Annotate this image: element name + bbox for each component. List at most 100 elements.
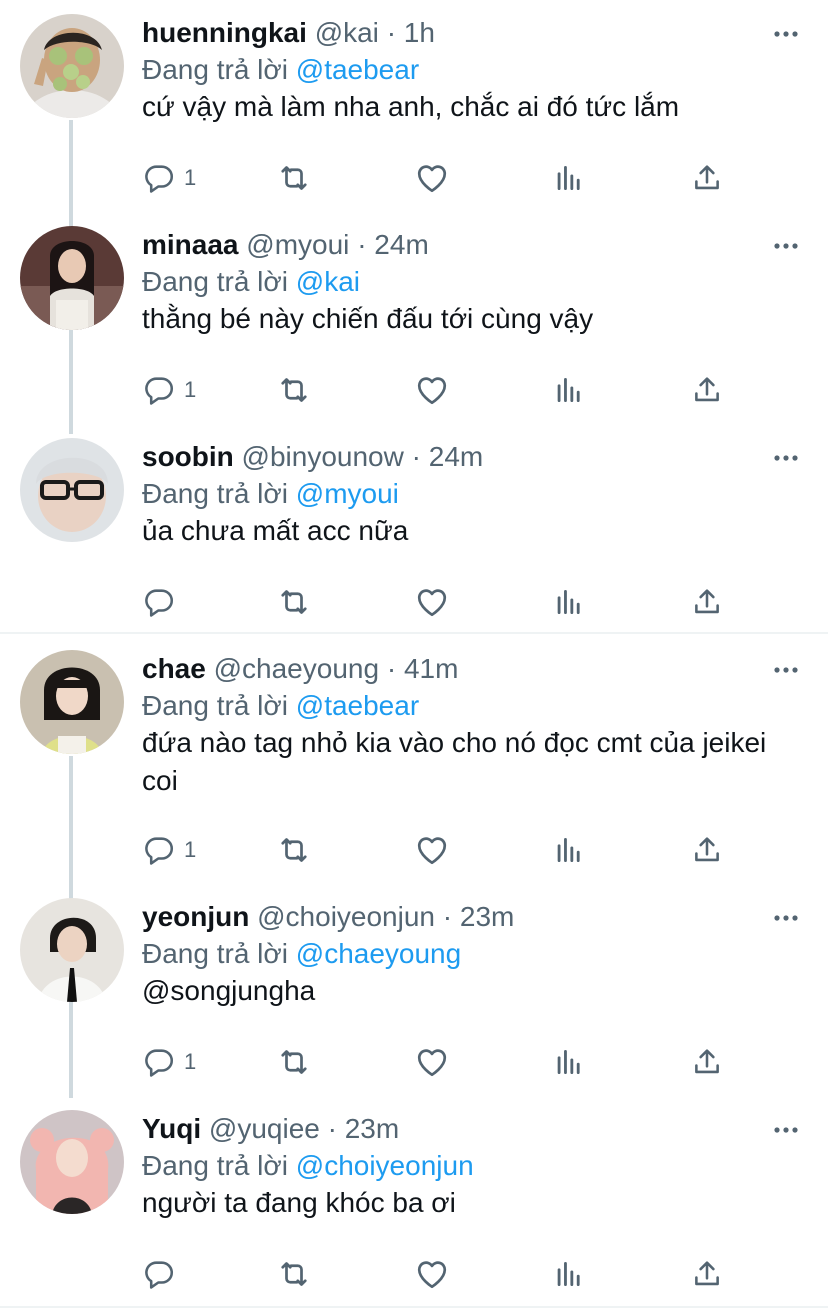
reply-button[interactable]: 1 (142, 372, 196, 408)
more-icon[interactable] (772, 22, 800, 46)
replying-label: Đang trả lời (142, 478, 288, 509)
tweet-actions: 1 (142, 160, 742, 196)
retweet-icon (276, 372, 312, 408)
reply-icon (142, 585, 176, 619)
reply-tweet[interactable]: huenningkai @kai · 1h Đang trả lời @taeb… (0, 0, 828, 212)
display-name[interactable]: soobin (142, 441, 234, 472)
like-button[interactable] (414, 1044, 450, 1080)
views-icon (552, 373, 586, 407)
replying-label: Đang trả lời (142, 938, 288, 969)
user-handle[interactable]: @myoui (246, 229, 349, 260)
user-handle[interactable]: @chaeyoung (214, 653, 379, 684)
timestamp[interactable]: 23m (345, 1113, 399, 1144)
display-name[interactable]: chae (142, 653, 206, 684)
replying-to-mention[interactable]: @taebear (296, 54, 419, 85)
display-name[interactable]: Yuqi (142, 1113, 201, 1144)
avatar[interactable] (20, 1110, 124, 1214)
retweet-button[interactable] (276, 1256, 312, 1292)
views-button[interactable] (552, 584, 586, 620)
reply-tweet[interactable]: chae @chaeyoung · 41m Đang trả lời @taeb… (0, 636, 828, 884)
more-icon[interactable] (772, 446, 800, 470)
share-button[interactable] (690, 160, 724, 196)
reply-tweet[interactable]: Yuqi @yuqiee · 23m Đang trả lời @choiyeo… (0, 1096, 828, 1306)
tweet-header: chae @chaeyoung · 41m (142, 650, 458, 688)
retweet-button[interactable] (276, 372, 312, 408)
more-icon[interactable] (772, 1118, 800, 1142)
user-handle[interactable]: @yuqiee (209, 1113, 320, 1144)
separator-dot: · (411, 441, 421, 472)
tweet-header: soobin @binyounow · 24m (142, 438, 483, 476)
reply-count: 1 (184, 837, 197, 862)
tweet-actions: 1 (142, 832, 742, 868)
avatar[interactable] (20, 226, 124, 330)
tweet-text-mention[interactable]: @songjungha (142, 972, 782, 1010)
replying-to-mention[interactable]: @taebear (296, 690, 419, 721)
reply-tweet[interactable]: yeonjun @choiyeonjun · 23m Đang trả lời … (0, 884, 828, 1096)
display-name[interactable]: minaaa (142, 229, 239, 260)
timestamp[interactable]: 23m (460, 901, 514, 932)
more-icon[interactable] (772, 906, 800, 930)
views-button[interactable] (552, 372, 586, 408)
avatar[interactable] (20, 898, 124, 1002)
display-name[interactable]: huenningkai (142, 17, 307, 48)
share-icon (690, 373, 724, 407)
user-handle[interactable]: @kai (315, 17, 379, 48)
views-button[interactable] (552, 1256, 586, 1292)
avatar[interactable] (20, 438, 124, 542)
reply-tweet[interactable]: minaaa @myoui · 24m Đang trả lời @kai th… (0, 212, 828, 424)
like-button[interactable] (414, 584, 450, 620)
reply-tweet[interactable]: soobin @binyounow · 24m Đang trả lời @my… (0, 424, 828, 632)
views-button[interactable] (552, 1044, 586, 1080)
replying-to: Đang trả lời @chaeyoung (142, 935, 461, 973)
share-icon (690, 833, 724, 867)
user-handle[interactable]: @binyounow (242, 441, 404, 472)
avatar[interactable] (20, 650, 124, 754)
tweet-text: thằng bé này chiến đấu tới cùng vậy (142, 303, 594, 334)
share-button[interactable] (690, 1044, 724, 1080)
reply-button[interactable]: 1 (142, 160, 196, 196)
share-button[interactable] (690, 372, 724, 408)
retweet-button[interactable] (276, 1044, 312, 1080)
reply-count: 1 (184, 1049, 197, 1074)
like-button[interactable] (414, 372, 450, 408)
reply-button[interactable]: 1 (142, 832, 196, 868)
timestamp[interactable]: 24m (374, 229, 428, 260)
retweet-icon (276, 584, 312, 620)
tweet-actions: 1 (142, 372, 742, 408)
tweet-text: cứ vậy mà làm nha anh, chắc ai đó tức lắ… (142, 91, 680, 122)
reply-button[interactable] (142, 1256, 184, 1292)
share-button[interactable] (690, 584, 724, 620)
replying-label: Đang trả lời (142, 266, 288, 297)
share-icon (690, 1045, 724, 1079)
share-icon (690, 585, 724, 619)
reply-button[interactable]: 1 (142, 1044, 196, 1080)
more-icon[interactable] (772, 234, 800, 258)
timestamp[interactable]: 24m (429, 441, 483, 472)
display-name[interactable]: yeonjun (142, 901, 249, 932)
retweet-button[interactable] (276, 584, 312, 620)
avatar[interactable] (20, 14, 124, 118)
tweet-header: Yuqi @yuqiee · 23m (142, 1110, 399, 1148)
share-button[interactable] (690, 1256, 724, 1292)
replying-to-mention[interactable]: @myoui (296, 478, 399, 509)
share-button[interactable] (690, 832, 724, 868)
tweet-header: minaaa @myoui · 24m (142, 226, 429, 264)
views-button[interactable] (552, 832, 586, 868)
views-icon (552, 585, 586, 619)
replying-to-mention[interactable]: @chaeyoung (296, 938, 461, 969)
thread-divider (0, 1306, 828, 1308)
replying-to-mention[interactable]: @choiyeonjun (296, 1150, 474, 1181)
like-button[interactable] (414, 832, 450, 868)
like-icon (414, 584, 450, 620)
retweet-button[interactable] (276, 160, 312, 196)
like-button[interactable] (414, 1256, 450, 1292)
retweet-button[interactable] (276, 832, 312, 868)
replying-to-mention[interactable]: @kai (296, 266, 360, 297)
user-handle[interactable]: @choiyeonjun (257, 901, 435, 932)
like-button[interactable] (414, 160, 450, 196)
more-icon[interactable] (772, 658, 800, 682)
reply-button[interactable] (142, 584, 184, 620)
timestamp[interactable]: 41m (404, 653, 458, 684)
timestamp[interactable]: 1h (404, 17, 435, 48)
views-button[interactable] (552, 160, 586, 196)
